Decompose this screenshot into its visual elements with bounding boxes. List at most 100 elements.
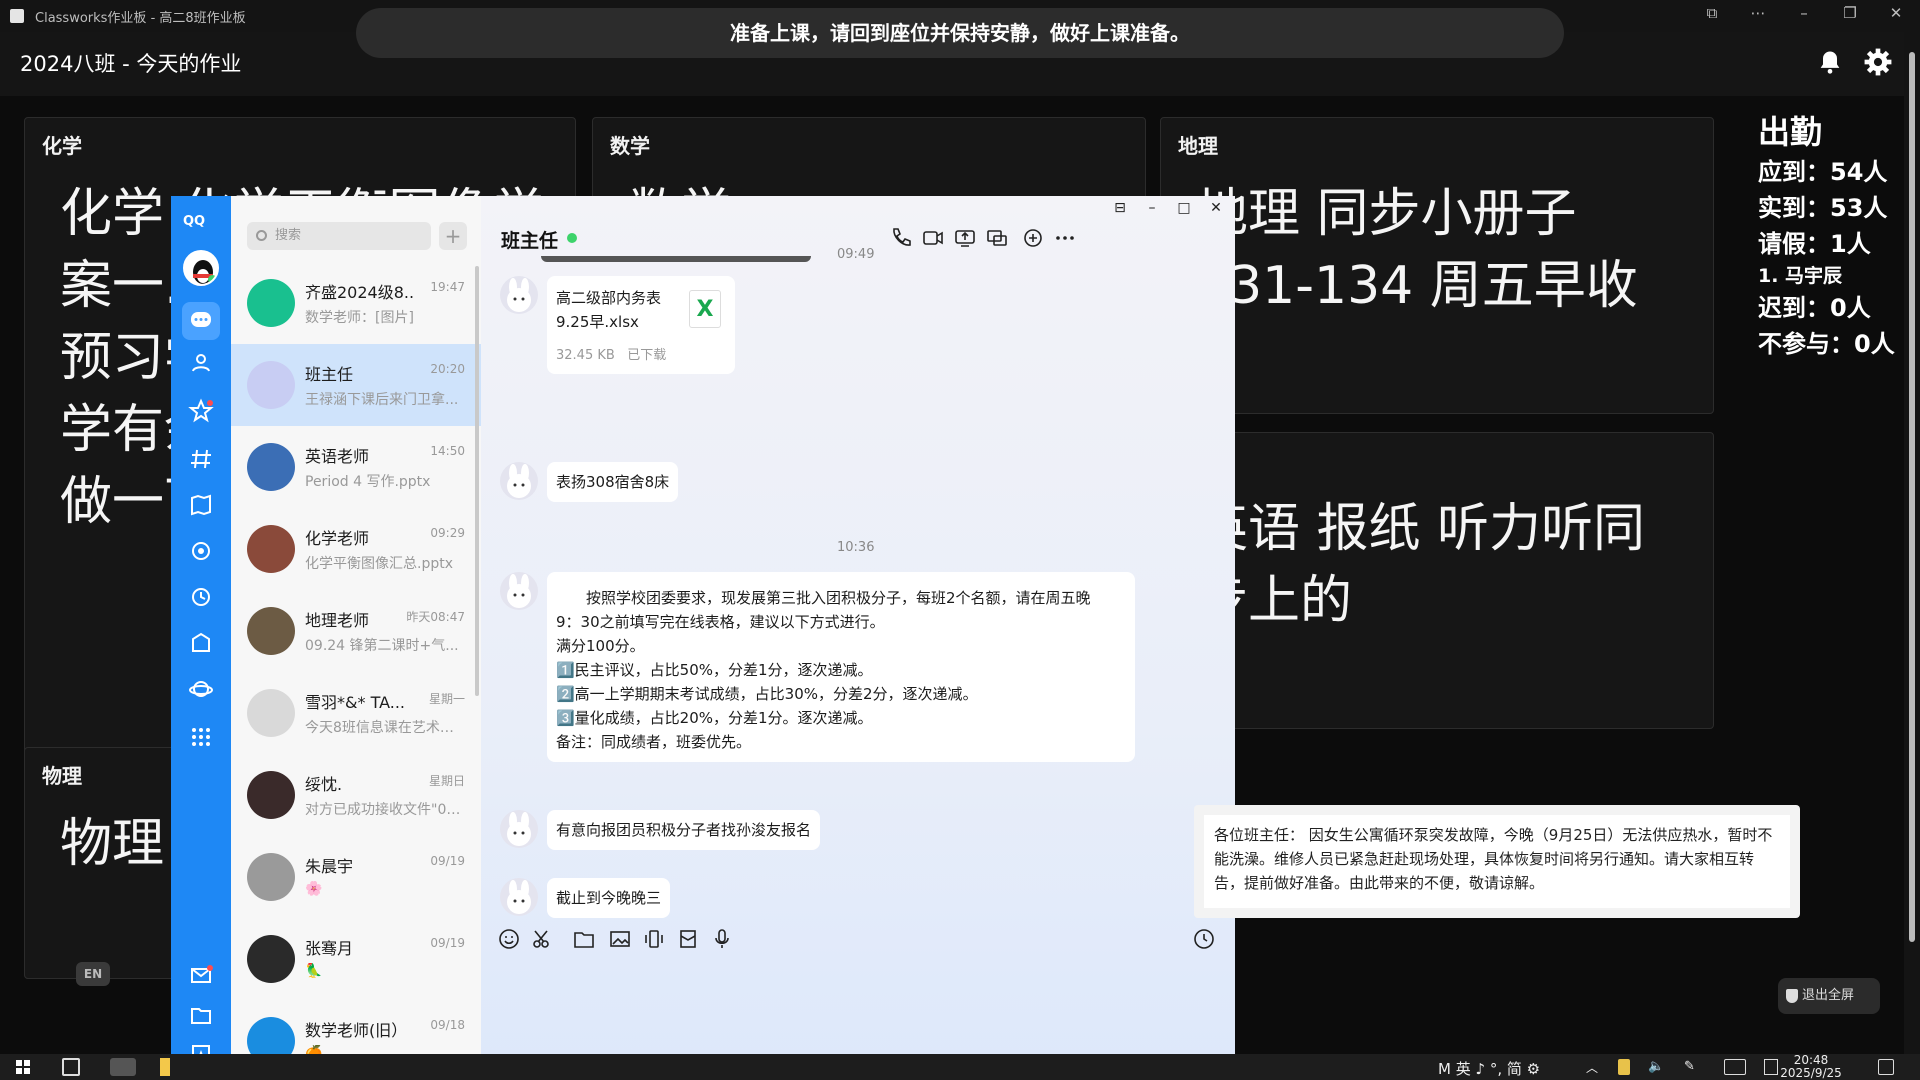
app-icon [10, 9, 24, 23]
notification-icon[interactable] [1878, 1059, 1894, 1075]
pen-icon[interactable]: ✎ [1684, 1059, 1700, 1075]
shield-icon [1786, 989, 1798, 1003]
conversation-item[interactable]: 绥忱. 星期日 对方已成功接收文件"09... [231, 754, 481, 836]
tray-chevron-icon[interactable]: ︿ [1586, 1059, 1600, 1075]
card-subject: 地理 [1178, 134, 1218, 158]
channel-icon[interactable] [188, 446, 214, 472]
conversation-time: 09/19 [430, 936, 465, 950]
file-explorer-icon[interactable] [160, 1058, 170, 1076]
conversation-avatar [247, 443, 295, 491]
search-input[interactable]: 搜索 [247, 222, 431, 250]
mail-icon[interactable] [188, 962, 214, 988]
conversation-item[interactable]: 英语老师 14:50 Period 4 写作.pptx [231, 426, 481, 508]
conversation-time: 20:20 [430, 362, 465, 376]
taskbar-app-icon[interactable] [110, 1058, 136, 1076]
zone-icon[interactable] [188, 676, 214, 702]
shield-tray-icon[interactable] [1618, 1059, 1630, 1075]
pin-icon[interactable]: ⊟ [1111, 200, 1129, 216]
conversation-name: 英语老师 [305, 447, 370, 466]
minimize-button[interactable]: – [1790, 4, 1818, 22]
more-icon[interactable] [1053, 226, 1077, 250]
map-icon[interactable] [188, 492, 214, 518]
exit-fullscreen-button[interactable]: 退出全屏 [1778, 978, 1880, 1014]
emoji-icon[interactable] [498, 928, 520, 950]
conversation-time: 14:50 [430, 444, 465, 458]
ime-indicator[interactable]: M 英 ♪ °, 简 ⚙ [1438, 1058, 1540, 1079]
conversation-item[interactable]: 朱晨宇 09/19 🌸 [231, 836, 481, 918]
close-button[interactable]: ✕ [1882, 4, 1910, 22]
windows-start-icon[interactable] [16, 1060, 30, 1074]
image-icon[interactable] [609, 928, 631, 950]
message-bubble[interactable]: 有意向报团员积极分子者找孙浚友报名 [547, 810, 821, 850]
maximize-button[interactable]: □ [1175, 200, 1193, 216]
conversation-item[interactable]: 齐盛2024级8... 19:47 数学老师：[图片] [231, 262, 481, 344]
screen-share-icon[interactable] [953, 226, 977, 250]
add-button[interactable]: + [439, 222, 467, 250]
star-icon[interactable] [188, 398, 214, 424]
conversation-item[interactable]: 班主任 20:20 王禄涵下课后来门卫拿... [231, 344, 481, 426]
excel-file-icon: X [689, 290, 721, 328]
folder-icon[interactable] [573, 928, 595, 950]
chat-icon[interactable] [182, 302, 220, 340]
conversation-item[interactable]: 雪羽*&* TA... 星期一 今天8班信息课在艺术楼... [231, 672, 481, 754]
attendance-late: 迟到：0人 [1758, 294, 1871, 322]
page-scrollbar[interactable] [1904, 32, 1920, 1054]
add-member-icon[interactable] [1021, 226, 1045, 250]
input-language-badge[interactable]: EN [76, 962, 110, 986]
conversation-name: 朱晨宇 [305, 857, 354, 876]
sender-avatar[interactable] [500, 572, 538, 610]
conversation-preview: 🦜 [305, 963, 323, 979]
clock-icon[interactable] [1193, 928, 1215, 950]
message-bubble[interactable]: 按照学校团委要求，现发展第三批入团积极分子，每班2个名额，请在周五晚 9：30之… [547, 572, 1135, 762]
volume-icon[interactable]: 🔈 [1648, 1059, 1664, 1075]
list-scrollbar[interactable] [475, 266, 479, 696]
layout-icon[interactable]: ⧉ [1698, 4, 1726, 22]
game-icon[interactable] [188, 630, 214, 656]
shake-icon[interactable] [643, 928, 665, 950]
microphone-icon[interactable] [711, 928, 733, 950]
conversation-item[interactable]: 地理老师 昨天08:47 09.24 锋第二课时+气... [231, 590, 481, 672]
restore-button[interactable]: ❐ [1836, 4, 1864, 22]
conversation-preview: Period 4 写作.pptx [305, 474, 431, 490]
gear-icon[interactable] [1864, 48, 1892, 76]
conversation-name: 齐盛2024级8... [305, 283, 415, 302]
video-call-icon[interactable] [921, 226, 945, 250]
display-icon[interactable] [1764, 1059, 1778, 1075]
close-button[interactable]: ✕ [1207, 200, 1225, 216]
planet-icon[interactable] [188, 538, 214, 564]
phone-icon[interactable] [889, 226, 913, 250]
conversation-name: 班主任 [305, 365, 354, 384]
sender-avatar[interactable] [500, 462, 538, 500]
task-view-icon[interactable] [62, 1058, 80, 1076]
keyboard-icon[interactable] [1724, 1059, 1746, 1075]
homework-card-english[interactable]: 英语 报纸 听力听同 步上的 [1160, 432, 1714, 729]
scissors-icon[interactable] [531, 928, 553, 950]
homework-card-geography[interactable]: 地理 地理 同步小册子 131-134 周五早收 [1160, 117, 1714, 414]
history-icon[interactable] [188, 584, 214, 610]
bell-icon[interactable] [1816, 48, 1844, 76]
conversation-item[interactable]: 化学老师 09:29 化学平衡图像汇总.pptx [231, 508, 481, 590]
user-avatar[interactable] [183, 250, 219, 286]
conversation-item[interactable]: 张骞月 09/19 🦜 [231, 918, 481, 1000]
sender-avatar[interactable] [500, 276, 538, 314]
minimize-button[interactable]: – [1143, 200, 1161, 216]
red-packet-icon[interactable] [677, 928, 699, 950]
more-icon[interactable]: ⋯ [1744, 4, 1772, 22]
conversation-preview: 数学老师：[图片] [305, 310, 414, 326]
file-message[interactable]: 高二级部内务表 9.25早.xlsx X 32.45 KB 已下载 [547, 276, 735, 374]
conversation-list: 搜索 + 齐盛2024级8... 19:47 数学老师：[图片] 班主任 20:… [231, 196, 481, 1080]
remote-assist-icon[interactable] [985, 226, 1009, 250]
card-subject: 化学 [42, 134, 82, 158]
contacts-icon[interactable] [188, 350, 214, 376]
message-bubble[interactable]: 截止到今晚晚三 [547, 878, 671, 918]
sender-avatar[interactable] [500, 878, 538, 916]
image-message-partial[interactable] [541, 256, 811, 262]
apps-grid-icon[interactable] [188, 724, 214, 750]
sender-avatar[interactable] [500, 810, 538, 848]
conversation-avatar [247, 525, 295, 573]
message-bubble[interactable]: 表扬308宿舍8床 [547, 462, 679, 502]
conversation-avatar [247, 279, 295, 327]
folder-icon[interactable] [188, 1002, 214, 1028]
taskbar-clock[interactable]: 20:48 2025/9/25 [1780, 1054, 1842, 1080]
scrollbar-thumb[interactable] [1909, 52, 1915, 942]
